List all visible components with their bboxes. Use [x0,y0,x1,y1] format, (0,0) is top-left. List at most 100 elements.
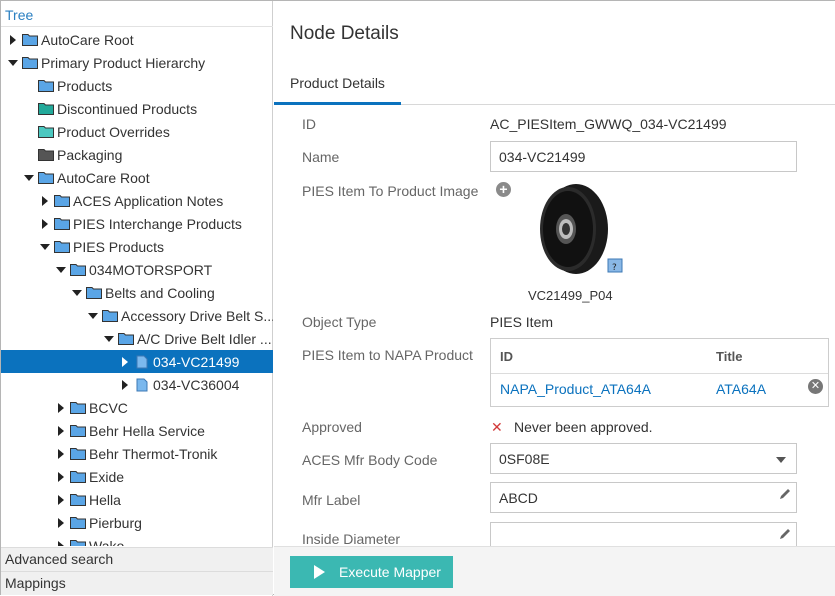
product-image[interactable]: ? [536,183,628,281]
tree-item-label: Discontinued Products [57,100,198,117]
folder-icon [70,539,86,546]
folder-icon [54,240,70,253]
tree-item[interactable]: A/C Drive Belt Idler ... [1,327,273,350]
tree-item-label: Behr Thermot-Tronik [89,445,218,462]
approved-label: Approved [302,419,362,435]
expand-arrow-icon[interactable] [54,401,68,415]
collapse-arrow-icon[interactable] [102,332,116,346]
tab-product-details[interactable]: Product Details [274,65,401,105]
id-label: ID [302,116,316,132]
tree-item[interactable]: 034MOTORSPORT [1,258,273,281]
tree-item[interactable]: Accessory Drive Belt S... [1,304,273,327]
tree-item-label: AutoCare Root [57,169,150,186]
tree-item[interactable]: 034-VC36004 [1,373,273,396]
folder-icon [38,79,54,92]
expand-arrow-icon[interactable] [54,516,68,530]
tree-item-label: Exide [89,468,125,485]
folder-icon [70,447,86,460]
expand-arrow-icon[interactable] [38,217,52,231]
remove-reference-icon[interactable]: ✕ [808,379,823,394]
tree-item[interactable]: PIES Products [1,235,273,258]
tree-item-label: 034-VC21499 [153,353,240,370]
napa-row-title-link[interactable]: ATA64A [716,381,766,397]
tree-item-label: Primary Product Hierarchy [41,54,206,71]
folder-icon [38,102,54,115]
expand-arrow-icon[interactable] [54,539,68,546]
pencil-icon[interactable] [778,487,792,501]
action-bar: Execute Mapper [274,546,835,596]
expand-arrow-icon[interactable] [54,493,68,507]
tree-item-label: Product Overrides [57,123,170,140]
collapse-arrow-icon[interactable] [38,240,52,254]
folder-icon [70,516,86,529]
mfr-label-field[interactable]: ABCD [490,482,797,513]
name-field[interactable]: 034-VC21499 [490,141,797,172]
tree-item[interactable]: Behr Thermot-Tronik [1,442,273,465]
tree-item[interactable]: 034-VC21499 [1,350,273,373]
page-title: Node Details [290,23,399,44]
tree-item-label: Packaging [57,146,123,163]
tree-item-label: ACES Application Notes [73,192,224,209]
napa-row-id-link[interactable]: NAPA_Product_ATA64A [500,381,651,397]
document-icon [134,355,150,369]
mappings-link[interactable]: Mappings [1,571,273,595]
tree-item[interactable]: AutoCare Root [1,28,273,51]
expand-arrow-icon[interactable] [118,355,132,369]
tree-item[interactable]: AutoCare Root [1,166,273,189]
pencil-icon[interactable] [778,527,792,541]
tree-item[interactable]: ACES Application Notes [1,189,273,212]
napa-col-title: Title [716,349,743,364]
collapse-arrow-icon[interactable] [86,309,100,323]
tree-item[interactable]: Behr Hella Service [1,419,273,442]
tree-item-label: 034-VC36004 [153,376,240,393]
expand-arrow-icon[interactable] [118,378,132,392]
tree-item-label: Belts and Cooling [105,284,215,301]
tree-item[interactable]: Belts and Cooling [1,281,273,304]
inside-diameter-field[interactable] [490,522,797,546]
expand-arrow-icon[interactable] [54,470,68,484]
folder-icon [70,493,86,506]
chevron-down-icon[interactable] [776,457,786,463]
tree-item[interactable]: Pierburg [1,511,273,534]
collapse-arrow-icon[interactable] [54,263,68,277]
tree-item[interactable]: Packaging [1,143,273,166]
expand-arrow-icon[interactable] [38,194,52,208]
tree-item[interactable]: PIES Interchange Products [1,212,273,235]
tree-item[interactable]: Wako [1,534,273,546]
tree-item[interactable]: Products [1,74,273,97]
tree-item[interactable]: Primary Product Hierarchy [1,51,273,74]
expand-arrow-icon[interactable] [54,447,68,461]
collapse-arrow-icon[interactable] [70,286,84,300]
tree-item[interactable]: Discontinued Products [1,97,273,120]
folder-icon [86,286,102,299]
tree-item[interactable]: Exide [1,465,273,488]
execute-mapper-button[interactable]: Execute Mapper [290,556,453,588]
expand-arrow-icon[interactable] [54,424,68,438]
expand-arrow-icon[interactable] [6,33,20,47]
add-image-icon[interactable]: + [496,182,511,197]
tree-item[interactable]: Product Overrides [1,120,273,143]
tree-item[interactable]: BCVC [1,396,273,419]
folder-icon [22,33,38,46]
folder-icon [102,309,118,322]
tree-view: AutoCare Root Primary Product Hierarchy Pr… [1,28,273,546]
folder-icon [70,424,86,437]
tree-header[interactable]: Tree [1,1,273,27]
tab-bar: Product Details [274,65,835,105]
aces-mfr-body-code-select[interactable]: 0SF08E [490,443,797,474]
image-caption: VC21499_P04 [528,288,613,303]
svg-text:?: ? [612,263,617,273]
advanced-search-link[interactable]: Advanced search [1,547,273,571]
approved-value: Never been approved. [514,419,653,435]
collapse-arrow-icon[interactable] [6,56,20,70]
folder-icon [118,332,134,345]
folder-icon [38,148,54,161]
collapse-arrow-icon[interactable] [22,171,36,185]
napa-label: PIES Item to NAPA Product [302,347,473,363]
tree-item[interactable]: Hella [1,488,273,511]
document-icon [134,378,150,392]
